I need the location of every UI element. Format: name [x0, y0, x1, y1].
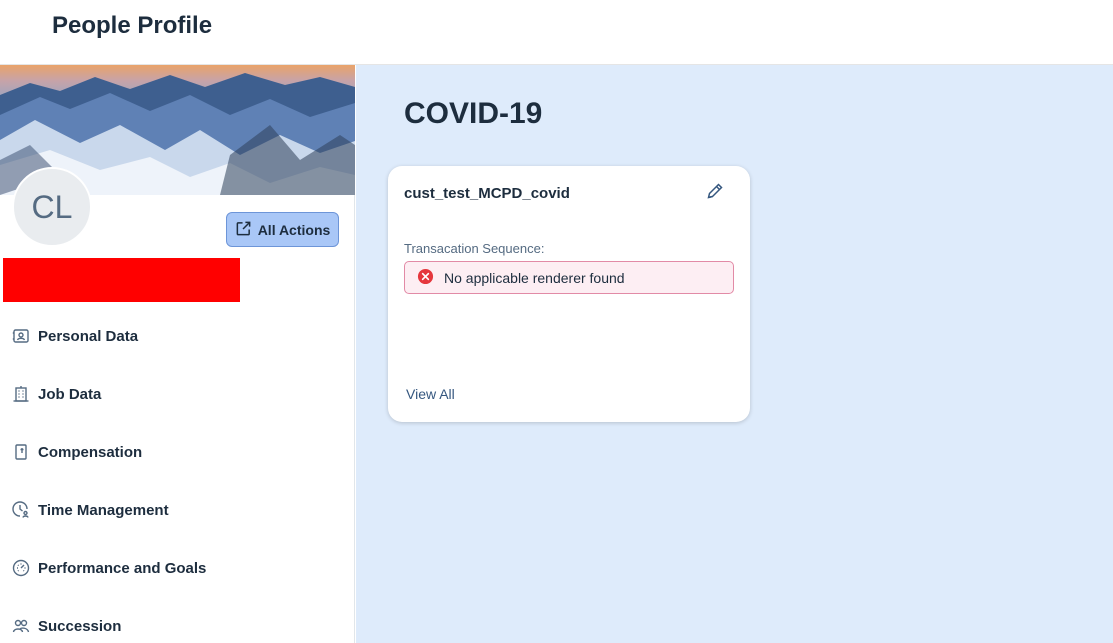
covid-card: cust_test_MCPD_covid Transacation Sequen… [388, 166, 750, 422]
avatar[interactable]: CL [12, 167, 92, 247]
main-content: COVID-19 cust_test_MCPD_covid Transacati… [356, 65, 1113, 643]
succession-icon [12, 617, 30, 635]
error-message-text: No applicable renderer found [444, 269, 625, 286]
nav-item-label: Succession [38, 617, 122, 635]
view-all-link[interactable]: View All [406, 386, 455, 402]
error-icon [417, 268, 434, 288]
nav-item-job-data[interactable]: Job Data [0, 365, 355, 423]
compensation-icon [12, 443, 30, 461]
personal-data-icon [12, 327, 30, 345]
share-icon [235, 220, 252, 240]
nav-item-performance-and-goals[interactable]: Performance and Goals [0, 539, 355, 597]
edit-icon[interactable] [705, 181, 725, 201]
all-actions-button[interactable]: All Actions [226, 212, 339, 247]
nav-item-label: Time Management [38, 501, 169, 519]
all-actions-label: All Actions [257, 221, 331, 238]
nav-item-time-management[interactable]: Time Management [0, 481, 355, 539]
time-management-icon [12, 501, 30, 519]
nav-item-compensation[interactable]: Compensation [0, 423, 355, 481]
top-bar: People Profile [0, 0, 1113, 65]
nav-item-label: Compensation [38, 443, 143, 461]
nav-item-label: Personal Data [38, 327, 139, 345]
card-title: cust_test_MCPD_covid [404, 185, 570, 202]
profile-sidebar: CL All Actions Personal Data Job Data Co… [0, 65, 355, 643]
section-title: COVID-19 [404, 97, 543, 130]
nav-item-label: Job Data [38, 385, 102, 403]
nav-item-succession[interactable]: Succession [0, 597, 355, 643]
nav-item-label: Performance and Goals [38, 559, 207, 577]
error-message-strip: No applicable renderer found [404, 261, 734, 294]
building-icon [12, 385, 30, 403]
profile-nav: Personal Data Job Data Compensation Time… [0, 307, 355, 643]
page-title: People Profile [52, 12, 213, 39]
field-label: Transacation Sequence: [404, 241, 545, 256]
nav-item-personal-data[interactable]: Personal Data [0, 307, 355, 365]
redacted-name [3, 258, 240, 302]
performance-icon [12, 559, 30, 577]
